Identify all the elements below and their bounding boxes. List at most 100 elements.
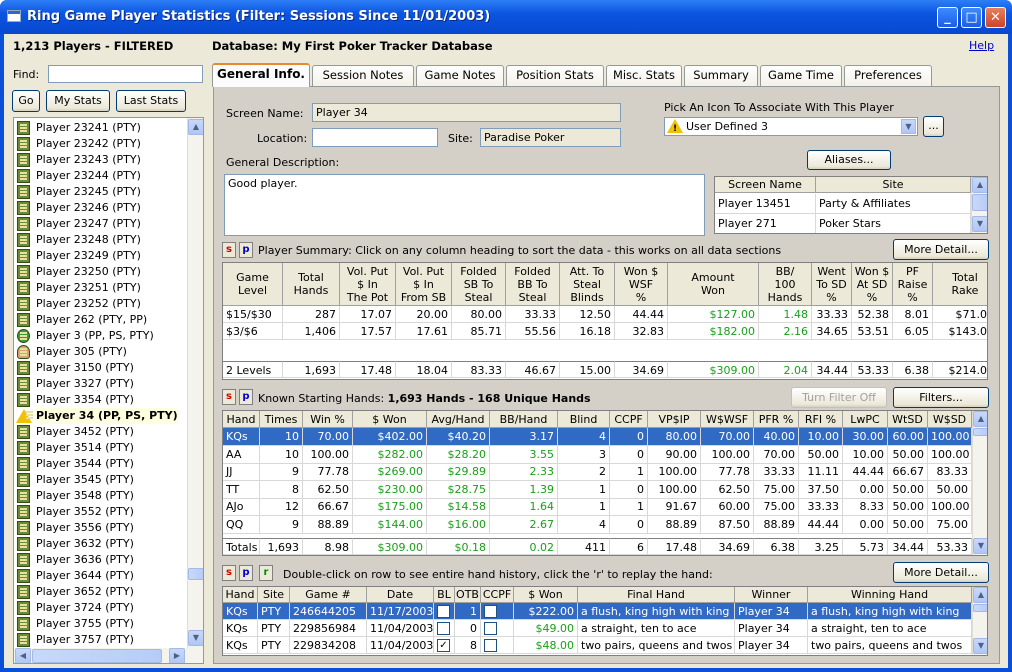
- hands-cell[interactable]: 2: [558, 463, 610, 482]
- hands-cell[interactable]: 1: [610, 498, 648, 517]
- summary-cell[interactable]: $3/$6: [223, 323, 283, 340]
- tab-preferences[interactable]: Preferences: [844, 65, 932, 86]
- maximize-button[interactable]: □: [961, 7, 982, 28]
- hands-cell[interactable]: 70.00: [303, 428, 353, 446]
- summary-total-cell[interactable]: 6.38: [893, 361, 933, 378]
- summary-cell[interactable]: 32.83: [615, 323, 668, 340]
- hands-total-cell[interactable]: 17.48: [648, 538, 701, 555]
- player-list-item[interactable]: Player 3 (PP, PS, PTY): [14, 328, 186, 344]
- hands-total-cell[interactable]: $309.00: [353, 538, 427, 555]
- hands-header[interactable]: W$WSF: [701, 411, 754, 428]
- player-list-item[interactable]: Player 3636 (PTY): [14, 552, 186, 568]
- hands-cell[interactable]: 62.50: [303, 480, 353, 499]
- hands-cell[interactable]: $28.20: [427, 445, 490, 464]
- summary-cell[interactable]: 20.00: [396, 306, 452, 323]
- summary-cell[interactable]: $71.00: [933, 306, 987, 323]
- summary-cell[interactable]: 6.05: [893, 323, 933, 340]
- summary-header[interactable]: Vol. Put $ In From SB: [396, 263, 452, 306]
- history-cell[interactable]: a flush, king high with king: [578, 603, 735, 620]
- hands-cell[interactable]: 10: [260, 428, 303, 446]
- hands-cell[interactable]: $28.75: [427, 480, 490, 499]
- aliases-cell[interactable]: Party & Affiliates: [816, 194, 971, 214]
- starting-hands-table[interactable]: ▲ ▼ Hand Times Win % $ Won Avg/Hand BB/Hand Bl…: [222, 410, 988, 556]
- turn-filter-off-button[interactable]: Turn Filter Off: [791, 387, 887, 408]
- history-cell[interactable]: 1: [455, 603, 481, 620]
- hands-cell[interactable]: 60.00: [888, 428, 928, 446]
- hands-cell[interactable]: 1: [558, 498, 610, 517]
- player-list-item[interactable]: Player 23242 (PTY): [14, 136, 186, 152]
- player-list-hscrollbar[interactable]: ◀ ▶: [14, 648, 203, 663]
- hands-cell[interactable]: 100.00: [303, 445, 353, 464]
- history-header[interactable]: Final Hand: [578, 587, 735, 603]
- history-cell[interactable]: [481, 620, 514, 637]
- player-list-item[interactable]: Player 3552 (PTY): [14, 504, 186, 520]
- history-cell[interactable]: Player 34: [735, 637, 808, 654]
- history-cell[interactable]: PTY: [258, 637, 290, 654]
- hands-cell[interactable]: 50.00: [928, 480, 972, 499]
- player-list-item[interactable]: Player 23248 (PTY): [14, 232, 186, 248]
- player-list-item[interactable]: Player 23244 (PTY): [14, 168, 186, 184]
- scroll-down-icon[interactable]: ▼: [973, 538, 987, 554]
- hands-cell[interactable]: 75.00: [928, 516, 972, 534]
- aliases-table[interactable]: ▲ ▼ Screen Name Site Player 13451 Party & A…: [714, 176, 988, 234]
- player-list-item[interactable]: Player 23245 (PTY): [14, 184, 186, 200]
- tab-game-notes[interactable]: Game Notes: [416, 65, 504, 86]
- summary-header[interactable]: Amount Won: [668, 263, 759, 306]
- summary-cell[interactable]: 16.18: [560, 323, 615, 340]
- hands-cell[interactable]: 44.44: [799, 516, 843, 534]
- player-list-item[interactable]: Player 3150 (PTY): [14, 360, 186, 376]
- hands-cell[interactable]: 33.33: [799, 498, 843, 517]
- hands-total-cell[interactable]: Totals: [223, 538, 260, 555]
- history-header[interactable]: Date: [367, 587, 434, 603]
- hands-cell[interactable]: AJo: [223, 498, 260, 517]
- player-list-item[interactable]: Player 23246 (PTY): [14, 200, 186, 216]
- history-cell[interactable]: 8: [455, 637, 481, 654]
- summary-header[interactable]: Folded BB To Steal: [506, 263, 560, 306]
- history-header[interactable]: CCPF: [481, 587, 514, 603]
- history-cell[interactable]: a straight, ten to ace: [808, 620, 972, 637]
- history-cell[interactable]: $222.00: [514, 603, 578, 620]
- summary-p-button[interactable]: p: [239, 242, 253, 258]
- player-list-item[interactable]: Player 3757 (PTY): [14, 632, 186, 648]
- aliases-header[interactable]: Site: [816, 177, 971, 193]
- hands-total-cell[interactable]: 5.73: [843, 538, 888, 555]
- hands-cell[interactable]: $14.58: [427, 498, 490, 517]
- history-cell[interactable]: two pairs, queens and twos: [578, 637, 735, 654]
- ccpf-checkbox[interactable]: [484, 639, 497, 652]
- player-list-item[interactable]: Player 3652 (PTY): [14, 584, 186, 600]
- summary-total-cell[interactable]: 53.33: [852, 361, 893, 378]
- hands-header[interactable]: W$SD: [928, 411, 972, 428]
- hands-cell[interactable]: 91.67: [648, 498, 701, 517]
- history-cell[interactable]: [481, 637, 514, 654]
- player-list-item[interactable]: Player 3544 (PTY): [14, 456, 186, 472]
- tab-general-info[interactable]: General Info.: [212, 63, 310, 87]
- tab-summary[interactable]: Summary: [684, 65, 758, 86]
- hands-cell[interactable]: 12: [260, 498, 303, 517]
- history-cell[interactable]: a straight, ten to ace: [578, 620, 735, 637]
- hands-header[interactable]: Avg/Hand: [427, 411, 490, 428]
- history-cell[interactable]: [434, 620, 455, 637]
- summary-more-button[interactable]: More Detail...: [893, 239, 989, 260]
- hands-cell[interactable]: 2.33: [490, 463, 558, 482]
- aliases-button[interactable]: Aliases...: [807, 150, 891, 170]
- summary-cell[interactable]: 2.16: [759, 323, 812, 340]
- scroll-up-icon[interactable]: ▲: [188, 119, 203, 135]
- go-button[interactable]: Go: [12, 90, 40, 112]
- hands-header[interactable]: BB/Hand: [490, 411, 558, 428]
- scroll-thumb[interactable]: [188, 568, 203, 580]
- summary-header[interactable]: BB/ 100 Hands: [759, 263, 812, 306]
- hands-total-cell[interactable]: 34.69: [701, 538, 754, 555]
- hands-total-cell[interactable]: 1,693: [260, 538, 303, 555]
- hands-cell[interactable]: 1.64: [490, 498, 558, 517]
- hands-cell[interactable]: 88.89: [303, 516, 353, 534]
- hands-cell[interactable]: 100.00: [928, 445, 972, 464]
- hands-cell[interactable]: 80.00: [648, 428, 701, 446]
- summary-total-cell[interactable]: 34.44: [812, 361, 852, 378]
- hands-cell[interactable]: 62.50: [701, 480, 754, 499]
- hands-header[interactable]: Times: [260, 411, 303, 428]
- summary-header[interactable]: Att. To Steal Blinds: [560, 263, 615, 306]
- scroll-up-icon[interactable]: ▲: [973, 587, 987, 603]
- hands-cell[interactable]: 10: [260, 445, 303, 464]
- player-list-item[interactable]: Player 305 (PTY): [14, 344, 186, 360]
- hands-cell[interactable]: $269.00: [353, 463, 427, 482]
